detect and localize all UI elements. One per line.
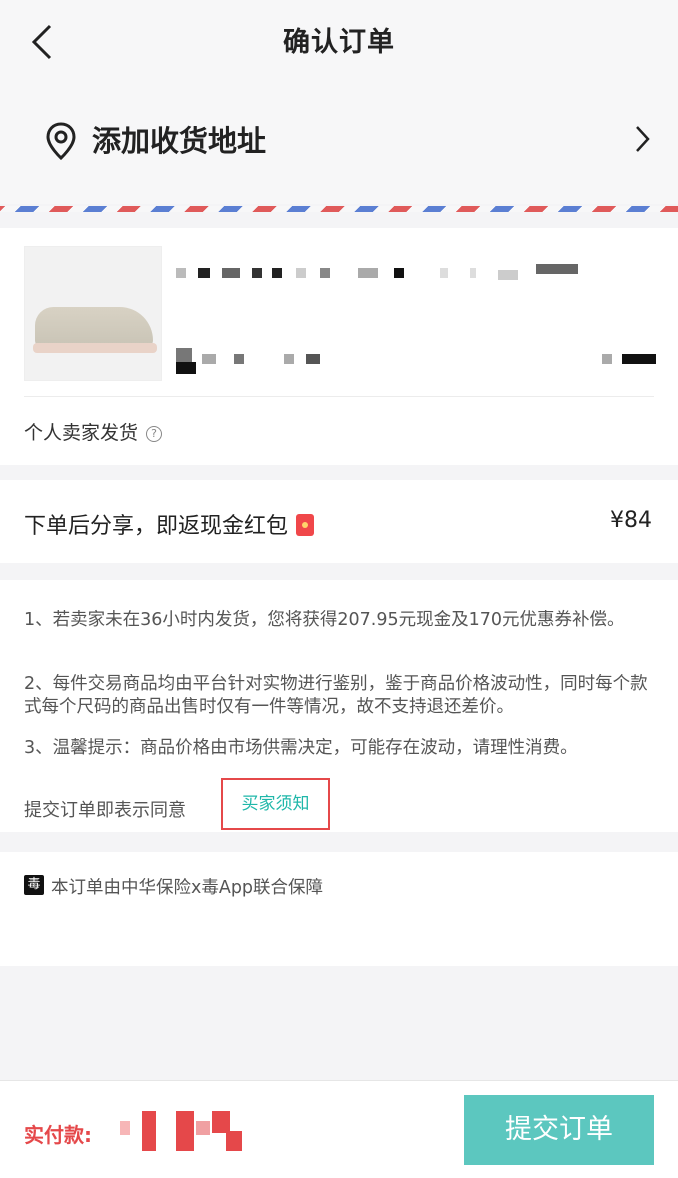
notice-item-3: 3、温馨提示：商品价格由市场供需决定，可能存在波动，请理性消费。 (24, 738, 578, 758)
shoe-image (35, 307, 153, 347)
order-notice: 1、若卖家未在36小时内发货，您将获得207.95元现金及170元优惠券补偿。 … (0, 580, 678, 832)
location-pin-icon (46, 122, 76, 160)
share-cashback-text: 下单后分享，即返现金红包 (24, 514, 289, 539)
product-card: 个人卖家发货? (0, 228, 678, 465)
insurance-text: 本订单由中华保险x毒App联合保障 (51, 878, 324, 898)
cashback-amount: ¥84 (610, 508, 652, 533)
buyer-notice-link[interactable]: 买家须知 (221, 778, 330, 830)
insurance-badge-icon: 毒 (24, 875, 44, 895)
seller-type: 个人卖家发货? (24, 418, 163, 445)
add-address-row[interactable]: 添加收货地址 (0, 80, 678, 204)
page-title: 确认订单 (283, 27, 395, 58)
add-address-label: 添加收货地址 (92, 124, 267, 158)
share-cashback-row: 下单后分享，即返现金红包 ¥84 (0, 480, 678, 563)
shoe-sole (33, 343, 157, 353)
bottom-bar: 实付款: 提交订单 (0, 1080, 678, 1178)
card-divider (24, 396, 654, 397)
chevron-right-icon (636, 126, 650, 152)
notice-item-2: 2、每件交易商品均由平台针对实物进行鉴别，鉴于商品价格波动性，同时每个款式每个尺… (24, 674, 648, 717)
seller-type-label: 个人卖家发货 (24, 422, 139, 444)
airmail-divider (0, 206, 678, 212)
share-cashback-text-wrap: 下单后分享，即返现金红包 (24, 508, 315, 540)
insurance-row: 毒 本订单由中华保险x毒App联合保障 (0, 852, 678, 966)
submit-order-button[interactable]: 提交订单 (464, 1095, 654, 1165)
notice-item-1: 1、若卖家未在36小时内发货，您将获得207.95元现金及170元优惠券补偿。 (24, 610, 625, 630)
red-envelope-icon (296, 514, 315, 536)
header: 确认订单 (0, 0, 678, 80)
agreement-text: 提交订单即表示同意 (24, 800, 186, 821)
pay-label: 实付款: (24, 1123, 92, 1147)
question-circle-icon[interactable]: ? (146, 425, 163, 442)
product-thumbnail (24, 246, 162, 381)
